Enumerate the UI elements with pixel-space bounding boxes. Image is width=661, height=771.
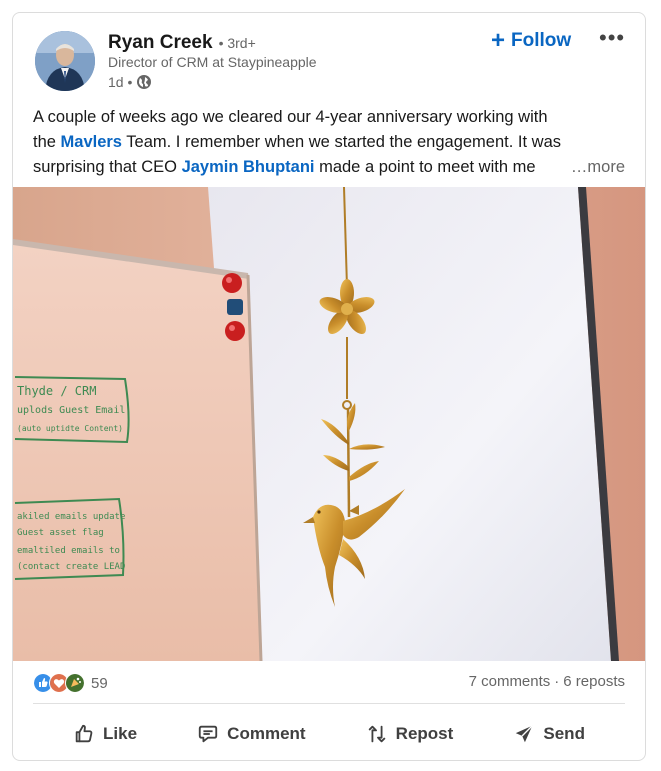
thumbs-up-icon (75, 724, 93, 743)
post-text: A couple of weeks ago we cleared our 4-y… (33, 105, 633, 180)
reaction-count: 59 (91, 674, 108, 692)
comments-count[interactable]: 7 comments (469, 673, 551, 690)
comment-icon (199, 725, 218, 743)
follow-button[interactable]: + Follow (491, 27, 571, 55)
mention-jaymin-bhuptani[interactable]: Jaymin Bhuptani (182, 158, 315, 176)
globe-icon (137, 75, 152, 89)
actions-divider (33, 703, 625, 704)
see-more-link[interactable]: …more (571, 155, 625, 180)
feed-post-card: Ryan Creek • 3rd+ Director of CRM at Sta… (12, 12, 646, 761)
send-button[interactable]: Send (513, 723, 585, 745)
post-line-3: surprising that CEO Jaymin Bhuptani made… (33, 155, 633, 180)
repost-label: Repost (395, 724, 454, 743)
whiteboard-text-1: Thyde / CRM (17, 384, 96, 398)
whiteboard-text-3: (auto uptidte Content) (17, 424, 123, 433)
send-label: Send (543, 724, 585, 743)
whiteboard-text-4: akiled emails update (17, 512, 125, 522)
author-name[interactable]: Ryan Creek (108, 32, 213, 54)
whiteboard-text-6: emaltiled emails to (17, 546, 120, 556)
plus-icon: + (491, 27, 506, 54)
reactions-summary[interactable]: 59 (33, 673, 108, 693)
post-actions-bar: Like Comment Repost Send (13, 711, 645, 757)
post-time: 1d • (108, 74, 133, 90)
post-line-2: the Mavlers Team. I remember when we sta… (33, 133, 561, 151)
whiteboard-text-7: (contact create LEAD (17, 562, 125, 572)
like-button[interactable]: Like (73, 723, 137, 745)
like-label: Like (103, 724, 138, 743)
whiteboard-text-5: Guest asset flag (17, 528, 104, 538)
reposts-count[interactable]: 6 reposts (563, 673, 625, 690)
post-meta: 1d • (108, 74, 152, 90)
whiteboard-text-2: uplods Guest Email (17, 405, 125, 416)
comment-label: Comment (227, 724, 306, 743)
celebrate-reaction-icon (65, 673, 85, 693)
comment-button[interactable]: Comment (197, 723, 306, 745)
more-options-icon[interactable]: ••• (599, 25, 625, 51)
send-icon (516, 725, 534, 743)
counts-separator: · (554, 673, 560, 690)
repost-icon (368, 725, 385, 743)
post-line-1: A couple of weeks ago we cleared our 4-y… (33, 108, 548, 126)
author-avatar[interactable] (35, 31, 95, 91)
mention-mavlers[interactable]: Mavlers (61, 133, 122, 151)
connection-degree: • 3rd+ (218, 35, 256, 51)
post-image[interactable]: Thyde / CRM uplods Guest Email (auto upt… (13, 187, 645, 661)
engagement-counts: 7 comments · 6 reposts (469, 673, 625, 690)
follow-label: Follow (511, 30, 572, 51)
repost-button[interactable]: Repost (366, 723, 454, 745)
author-headline: Director of CRM at Staypineapple (108, 54, 317, 70)
